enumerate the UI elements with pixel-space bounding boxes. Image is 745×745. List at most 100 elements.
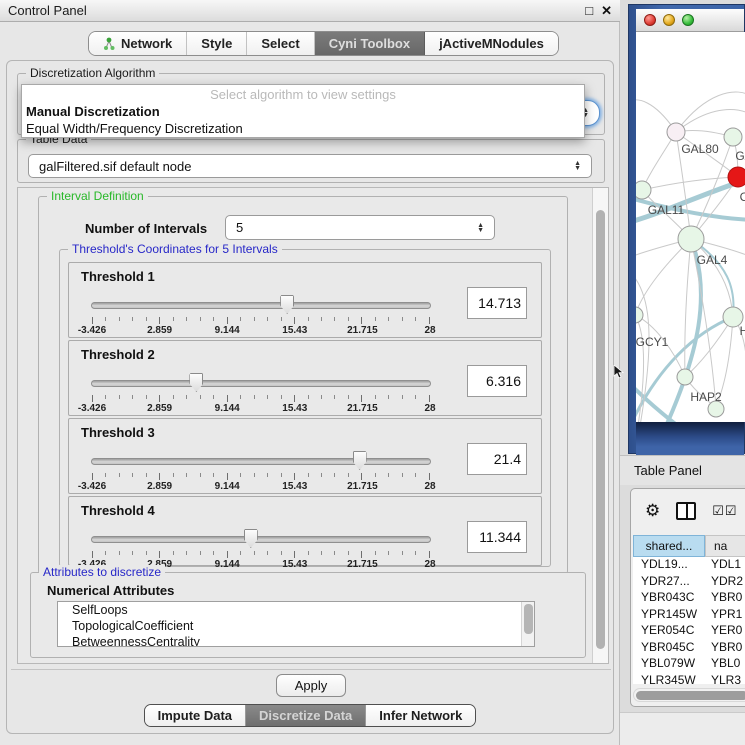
threshold-2-slider[interactable]: -3.4262.8599.14415.4321.71528 (91, 371, 431, 413)
table-cell: YBL0 (705, 656, 745, 673)
network-node[interactable] (728, 167, 745, 187)
table-data-combobox[interactable]: galFiltered.sif default node ▲▼ (28, 154, 592, 178)
table-row[interactable]: YBR045CYBR0 (633, 640, 745, 657)
scrollbar-thumb[interactable] (596, 210, 605, 649)
mac-close-button[interactable] (644, 14, 656, 26)
tab-label: Network (121, 36, 172, 51)
gear-icon[interactable]: ⚙ (645, 501, 660, 521)
threshold-value-field[interactable]: 21.4 (467, 443, 527, 475)
tick-label: 21.715 (347, 325, 378, 336)
numerical-attributes-list[interactable]: SelfLoopsTopologicalCoefficientBetweenne… (57, 601, 535, 647)
table-row[interactable]: YBL079WYBL0 (633, 656, 745, 673)
apply-button-row: Apply (11, 669, 611, 701)
tick-label: 9.144 (215, 403, 240, 414)
bottom-tab-discretize-data[interactable]: Discretize Data (246, 705, 366, 726)
network-edge (636, 239, 691, 315)
tab-network[interactable]: Network (89, 32, 187, 55)
slider-track[interactable] (91, 458, 431, 465)
slider-thumb[interactable] (353, 451, 367, 470)
threshold-value-field[interactable]: 11.344 (467, 521, 527, 553)
threshold-1-panel: Threshold 1 -3.4262.8599.14415.4321.7152… (68, 262, 542, 338)
tab-jactivemnodules[interactable]: jActiveMNodules (425, 32, 558, 55)
threshold-2-panel: Threshold 2 -3.4262.8599.14415.4321.7152… (68, 340, 542, 416)
slider-thumb[interactable] (189, 373, 203, 392)
tab-label: Cyni Toolbox (329, 36, 410, 51)
scrollbar-thumb[interactable] (636, 691, 745, 700)
table-row[interactable]: YDL19...YDL1 (633, 557, 745, 574)
tab-select[interactable]: Select (247, 32, 314, 55)
threshold-value-field[interactable]: 6.316 (467, 365, 527, 397)
network-node-label: GCY1 (636, 335, 669, 349)
node-attribute-table[interactable]: shared...na YDL19...YDL1YDR27...YDR2YBR0… (633, 535, 745, 684)
network-node[interactable] (724, 128, 742, 146)
algorithm-dropdown-popup: Select algorithm to view settings Manual… (21, 84, 585, 138)
slider-track[interactable] (91, 302, 431, 309)
table-header-row: shared...na (633, 535, 745, 557)
float-window-icon[interactable]: □ (585, 1, 593, 21)
apply-button[interactable]: Apply (276, 674, 347, 697)
table-row[interactable]: YLR345WYLR3 (633, 673, 745, 685)
slider-track[interactable] (91, 536, 431, 543)
threshold-label: Threshold 1 (81, 269, 155, 284)
network-node[interactable] (677, 369, 693, 385)
number-of-intervals-value: 5 (236, 220, 243, 235)
table-column-header[interactable]: shared... (633, 535, 705, 557)
network-view-window: GAL80GACGAL11GAL4GCY1HHAP2 (628, 4, 745, 454)
split-columns-icon[interactable] (676, 502, 696, 520)
tab-cyni-toolbox[interactable]: Cyni Toolbox (315, 32, 425, 55)
table-row[interactable]: YDR27...YDR2 (633, 574, 745, 591)
threshold-value-field[interactable]: 14.713 (467, 287, 527, 319)
table-cell: YBR0 (705, 590, 745, 607)
network-node[interactable] (667, 123, 685, 141)
network-node[interactable] (636, 181, 651, 199)
network-node[interactable] (678, 226, 704, 252)
interval-definition-group: Interval Definition Number of Intervals … (38, 196, 568, 574)
threshold-4-slider[interactable]: -3.4262.8599.14415.4321.71528 (91, 527, 431, 569)
slider-track[interactable] (91, 380, 431, 387)
table-horizontal-scrollbar[interactable] (633, 688, 745, 702)
tick-label: 28 (424, 481, 435, 492)
table-row[interactable]: YPR145WYPR1 (633, 607, 745, 624)
attribute-list-item[interactable]: BetweennessCentrality (58, 634, 534, 647)
dropdown-option[interactable]: Equal Width/Frequency Discretization (22, 120, 584, 137)
tab-style[interactable]: Style (187, 32, 247, 55)
slider-ticks (92, 551, 430, 559)
checkbox-icons[interactable]: ☑☑ (712, 503, 737, 519)
bottom-tab-infer-network[interactable]: Infer Network (366, 705, 475, 726)
thresholds-group: Threshold's Coordinates for 5 Intervals … (59, 249, 551, 567)
dropdown-option[interactable]: Manual Discretization (22, 103, 584, 120)
network-node-label: H (740, 324, 745, 338)
attribute-list-scrollbar[interactable] (521, 602, 534, 646)
control-panel-tab-bar: Network Style Select Cyni Toolbox jActiveMNo… (88, 31, 559, 56)
discretization-algorithm-group-title: Discretization Algorithm (26, 66, 159, 80)
tab-label: jActiveMNodules (439, 36, 544, 51)
mac-zoom-button[interactable] (682, 14, 694, 26)
attribute-list-item[interactable]: TopologicalCoefficient (58, 618, 534, 634)
thresholds-group-title: Threshold's Coordinates for 5 Intervals (68, 242, 282, 256)
cyni-toolbox-panel: Discretization Algorithm ▲▼ Select algor… (6, 60, 614, 734)
tick-label: 15.43 (282, 481, 307, 492)
slider-thumb[interactable] (244, 529, 258, 548)
bottom-tab-impute-data[interactable]: Impute Data (145, 705, 246, 726)
scrollbar-thumb[interactable] (524, 604, 533, 634)
slider-ticks (92, 473, 430, 481)
threshold-label: Threshold 2 (81, 347, 155, 362)
close-window-icon[interactable]: ✕ (601, 1, 612, 21)
network-graph-canvas[interactable]: GAL80GACGAL11GAL4GCY1HHAP2 (636, 32, 745, 422)
tick-label: 2.859 (147, 481, 172, 492)
table-row[interactable]: YBR043CYBR0 (633, 590, 745, 607)
table-row[interactable]: YER054CYER0 (633, 623, 745, 640)
table-column-header[interactable]: na (705, 535, 745, 557)
settings-vertical-scrollbar[interactable] (592, 188, 608, 663)
attribute-list-item[interactable]: SelfLoops (58, 602, 534, 618)
threshold-3-slider[interactable]: -3.4262.8599.14415.4321.71528 (91, 449, 431, 491)
slider-thumb[interactable] (280, 295, 294, 314)
network-node[interactable] (636, 307, 643, 323)
tab-label: Style (201, 36, 232, 51)
number-of-intervals-combobox[interactable]: 5 ▲▼ (225, 215, 495, 240)
mac-minimize-button[interactable] (663, 14, 675, 26)
threshold-1-slider[interactable]: -3.4262.8599.14415.4321.71528 (91, 293, 431, 335)
slider-ticks (92, 395, 430, 403)
network-node-label: C (740, 190, 745, 204)
slider-ticks (92, 317, 430, 325)
